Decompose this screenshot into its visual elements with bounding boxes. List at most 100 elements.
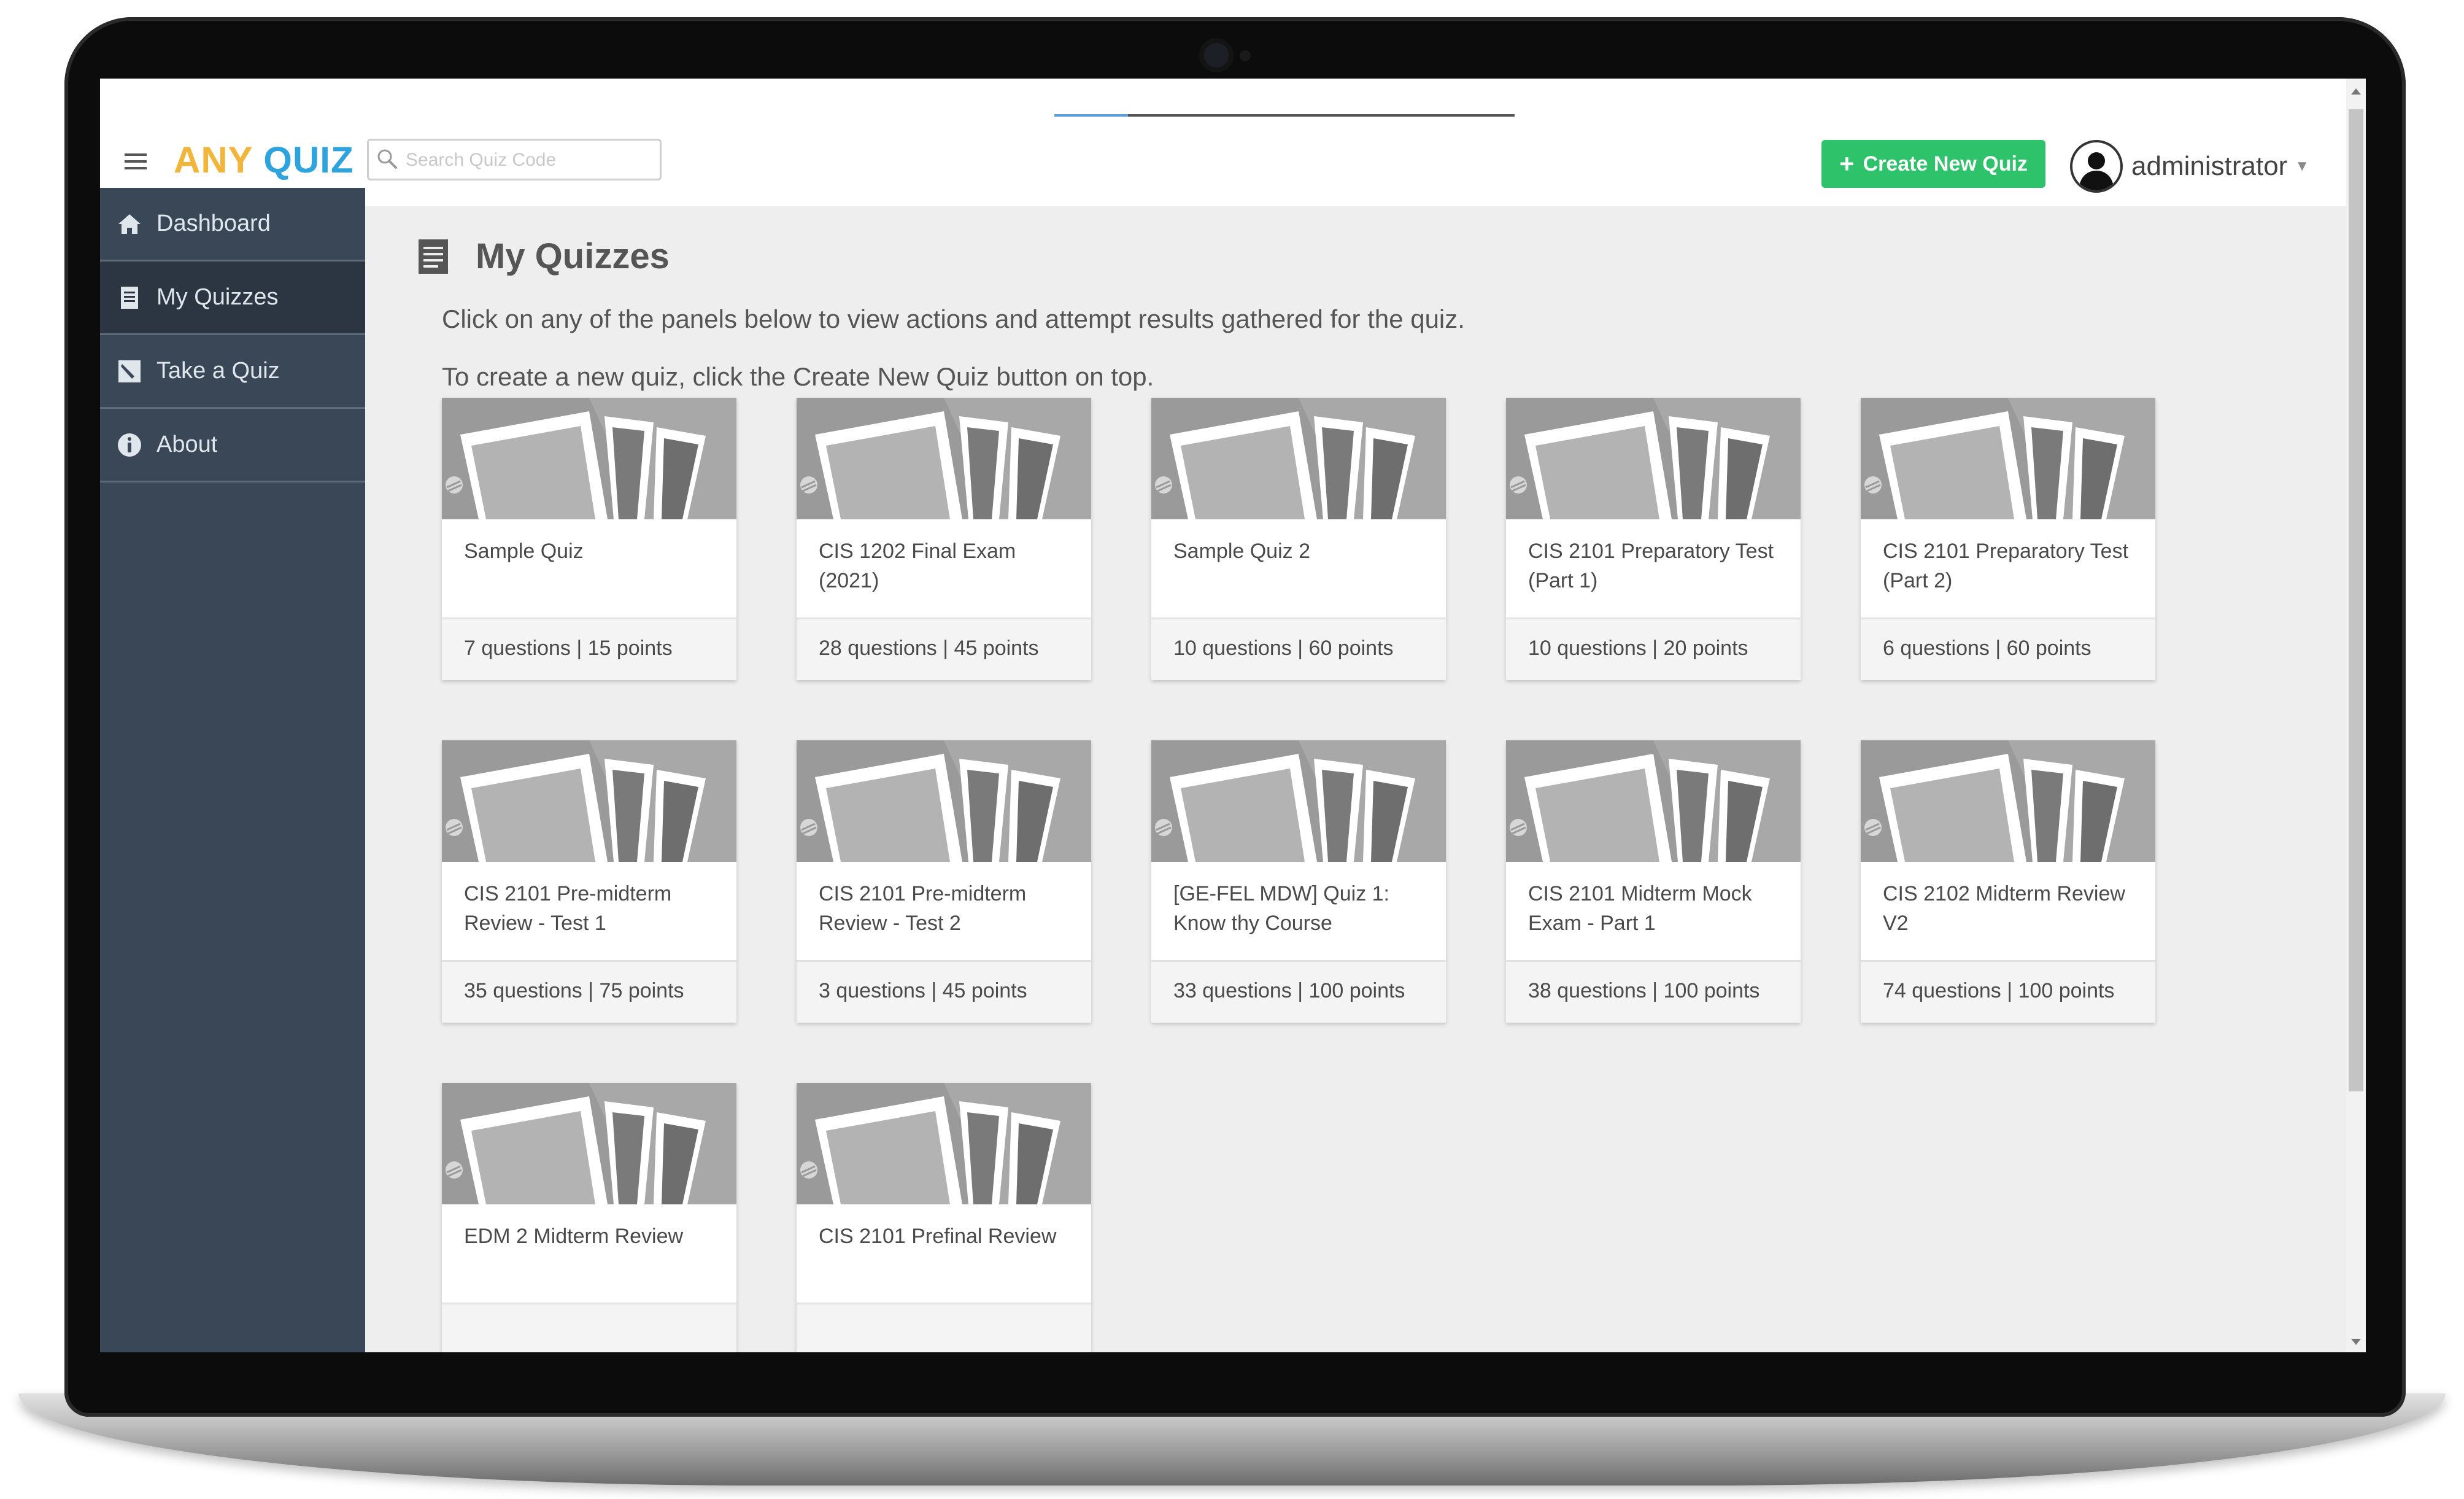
quiz-card[interactable]: Sample Quiz 2 10 questions | 60 points: [1151, 398, 1446, 680]
sidebar: Dashboard My Quizzes Take a Quiz About: [100, 188, 365, 1352]
quiz-footer: 10 questions | 20 points: [1506, 618, 1801, 680]
page-title: My Quizzes: [476, 236, 670, 276]
quiz-card[interactable]: CIS 2101 Preparatory Test (Part 2) 6 ques…: [1861, 398, 2155, 680]
quiz-stats: 10 questions | 60 points: [1173, 637, 1394, 660]
quiz-card[interactable]: CIS 2101 Pre-midterm Review - Test 1 35 q…: [442, 740, 736, 1023]
app-screen: ANY QUIZ + Create New Quiz administrator…: [100, 79, 2366, 1352]
quiz-title: CIS 2101 Preparatory Test (Part 1): [1528, 540, 1774, 592]
quiz-stats: 33 questions | 100 points: [1173, 979, 1405, 1002]
quiz-title: CIS 2101 Pre-midterm Review - Test 1: [464, 882, 672, 935]
quiz-footer: 7 questions | 15 points: [442, 618, 736, 680]
quiz-thumbnail-image: [442, 398, 736, 519]
sidebar-item-my-quizzes[interactable]: My Quizzes: [100, 261, 365, 335]
quiz-card[interactable]: [GE-FEL MDW] Quiz 1: Know thy Course 33 q…: [1151, 740, 1446, 1023]
quiz-stats: 28 questions | 45 points: [819, 637, 1039, 660]
quiz-card[interactable]: CIS 2101 Preparatory Test (Part 1) 10 que…: [1506, 398, 1801, 680]
quiz-footer: 38 questions | 100 points: [1506, 960, 1801, 1023]
quiz-title: [GE-FEL MDW] Quiz 1: Know thy Course: [1173, 882, 1390, 935]
search-box[interactable]: [367, 139, 662, 180]
quiz-footer: [797, 1303, 1091, 1352]
quiz-title: CIS 2101 Prefinal Review: [819, 1225, 1057, 1248]
quiz-thumbnail-image: [1506, 740, 1801, 862]
quiz-footer: [442, 1303, 736, 1352]
logo-any: ANY: [174, 139, 253, 180]
sidebar-item-label: My Quizzes: [156, 284, 279, 310]
quiz-footer: 33 questions | 100 points: [1151, 960, 1446, 1023]
quiz-stats: 7 questions | 15 points: [464, 637, 673, 660]
quiz-title: CIS 1202 Final Exam (2021): [819, 540, 1016, 592]
scrollbar-thumb[interactable]: [2349, 109, 2363, 1091]
quiz-title: Sample Quiz: [464, 540, 584, 563]
quiz-stats: 35 questions | 75 points: [464, 979, 684, 1002]
quiz-title: EDM 2 Midterm Review: [464, 1225, 684, 1248]
quiz-thumbnail-image: [1861, 740, 2155, 862]
create-new-quiz-button[interactable]: + Create New Quiz: [1821, 140, 2045, 188]
sidebar-item-label: About: [156, 432, 218, 457]
document-icon: [419, 239, 448, 274]
quiz-title: CIS 2101 Pre-midterm Review - Test 2: [819, 882, 1027, 935]
logo-quiz: QUIZ: [263, 139, 354, 180]
menu-icon[interactable]: [125, 153, 147, 171]
loading-bar: [1054, 114, 1515, 117]
quiz-thumbnail-image: [797, 1083, 1091, 1204]
main-content: My Quizzes Click on any of the panels be…: [365, 188, 2346, 1352]
quiz-thumbnail-image: [1151, 740, 1446, 862]
quiz-card[interactable]: CIS 2101 Pre-midterm Review - Test 2 3 qu…: [797, 740, 1091, 1023]
quiz-card[interactable]: CIS 2102 Midterm Review V2 74 questions |…: [1861, 740, 2155, 1023]
username: administrator: [2131, 151, 2288, 181]
search-icon: [377, 149, 397, 169]
quiz-stats: 74 questions | 100 points: [1883, 979, 2115, 1002]
quiz-title: CIS 2101 Preparatory Test (Part 2): [1883, 540, 2129, 592]
top-bar: ANY QUIZ + Create New Quiz administrator…: [100, 79, 2346, 206]
quiz-footer: 28 questions | 45 points: [797, 618, 1091, 680]
quiz-title: CIS 2101 Midterm Mock Exam - Part 1: [1528, 882, 1752, 935]
webcam-icon: [1204, 43, 1229, 68]
sidebar-item-label: Take a Quiz: [156, 358, 280, 384]
quiz-card[interactable]: CIS 2101 Prefinal Review: [797, 1083, 1091, 1352]
search-input[interactable]: [404, 145, 652, 175]
quiz-card[interactable]: CIS 2101 Midterm Mock Exam - Part 1 38 qu…: [1506, 740, 1801, 1023]
scroll-down-icon[interactable]: [2351, 1339, 2361, 1345]
quiz-thumbnail-image: [442, 1083, 736, 1204]
scroll-up-icon[interactable]: [2351, 88, 2361, 95]
instructions-line-1: Click on any of the panels below to view…: [442, 304, 1465, 333]
chevron-down-icon: ▼: [2295, 158, 2310, 174]
webcam-indicator: [1240, 50, 1251, 61]
user-menu[interactable]: administrator ▼: [2070, 139, 2309, 194]
quiz-card[interactable]: EDM 2 Midterm Review: [442, 1083, 736, 1352]
quiz-footer: 3 questions | 45 points: [797, 960, 1091, 1023]
info-icon: [118, 433, 141, 457]
quiz-footer: 6 questions | 60 points: [1861, 618, 2155, 680]
quiz-stats: 6 questions | 60 points: [1883, 637, 2091, 660]
sidebar-item-about[interactable]: About: [100, 409, 365, 482]
plus-icon: +: [1839, 149, 1855, 178]
avatar: [2070, 140, 2123, 193]
quiz-card[interactable]: CIS 1202 Final Exam (2021) 28 questions |…: [797, 398, 1091, 680]
quiz-footer: 10 questions | 60 points: [1151, 618, 1446, 680]
quiz-footer: 74 questions | 100 points: [1861, 960, 2155, 1023]
quiz-card[interactable]: Sample Quiz 7 questions | 15 points: [442, 398, 736, 680]
sidebar-item-label: Dashboard: [156, 211, 271, 236]
create-new-quiz-label: Create New Quiz: [1863, 152, 2028, 176]
quiz-title: CIS 2102 Midterm Review V2: [1883, 882, 2125, 935]
quiz-thumbnail-image: [1506, 398, 1801, 519]
instructions-line-2: To create a new quiz, click the Create N…: [442, 362, 1154, 391]
quiz-stats: 38 questions | 100 points: [1528, 979, 1760, 1002]
quiz-footer: 35 questions | 75 points: [442, 960, 736, 1023]
quiz-thumbnail-image: [1861, 398, 2155, 519]
sidebar-item-take-a-quiz[interactable]: Take a Quiz: [100, 335, 365, 409]
edit-icon: [118, 360, 141, 382]
quiz-stats: 10 questions | 20 points: [1528, 637, 1748, 660]
app-logo[interactable]: ANY QUIZ: [174, 139, 354, 181]
user-silhouette-icon: [2079, 152, 2114, 190]
quiz-stats: 3 questions | 45 points: [819, 979, 1027, 1002]
quiz-thumbnail-image: [1151, 398, 1446, 519]
quiz-thumbnail-image: [442, 740, 736, 862]
sidebar-item-dashboard[interactable]: Dashboard: [100, 188, 365, 261]
home-icon: [118, 214, 141, 234]
quiz-thumbnail-image: [797, 398, 1091, 519]
quiz-title: Sample Quiz 2: [1173, 540, 1310, 563]
document-icon: [121, 286, 138, 309]
vertical-scrollbar[interactable]: [2346, 79, 2366, 1352]
quiz-thumbnail-image: [797, 740, 1091, 862]
